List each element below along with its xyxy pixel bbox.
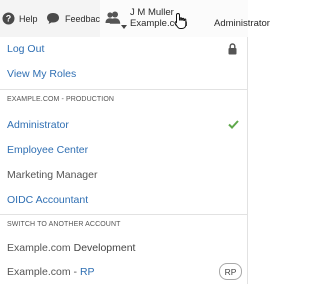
logout-label: Log Out (7, 43, 45, 55)
view-roles-label: View My Roles (7, 68, 77, 80)
user-role: Administrator (214, 18, 270, 29)
switch-account-section-header: SWITCH TO ANOTHER ACCOUNT (7, 221, 121, 228)
lock-icon (228, 43, 237, 55)
role-label: Marketing Manager (7, 169, 98, 181)
user-dropdown-menu: Log Out View My Roles EXAMPLE.COM - PROD… (0, 37, 248, 284)
account-name: Example.com - (7, 266, 80, 278)
menu-divider (0, 89, 247, 90)
user-name: J M Muller (130, 7, 174, 18)
role-item-employee-center[interactable]: Employee Center (0, 140, 247, 160)
help-icon: ? (2, 12, 15, 25)
role-item-marketing-manager[interactable]: Marketing Manager (0, 165, 247, 185)
chevron-down-icon (121, 16, 127, 29)
menu-divider (0, 214, 247, 215)
hand-pointer-cursor-icon (174, 12, 188, 30)
account-item-development[interactable]: Example.com Development (0, 238, 247, 258)
account-badge-rp: RP (219, 263, 242, 280)
account-name: Example.com (7, 242, 71, 254)
role-item-oidc-accountant[interactable]: OIDC Accountant (0, 190, 247, 210)
role-label: OIDC Accountant (7, 194, 89, 206)
account-suffix: Development (73, 242, 136, 254)
view-my-roles-menu-item[interactable]: View My Roles (0, 64, 247, 84)
checkmark-icon (228, 118, 239, 132)
role-label: Employee Center (7, 144, 89, 156)
production-section-header: EXAMPLE.COM - PRODUCTION (7, 96, 115, 103)
role-item-administrator[interactable]: Administrator (0, 115, 247, 135)
help-label: Help (19, 13, 38, 24)
top-navigation-bar: ? Help Feedback J M Muller Example.com A… (0, 0, 270, 37)
feedback-icon (46, 12, 60, 25)
account-suffix: RP (79, 266, 95, 278)
role-label: Administrator (7, 119, 69, 131)
help-button[interactable]: ? Help (2, 0, 38, 37)
account-item-rp[interactable]: Example.com - RP RP (0, 262, 247, 282)
svg-text:?: ? (6, 14, 12, 24)
user-menu-toggle[interactable]: J M Muller Example.com Administrator (100, 0, 270, 37)
feedback-button[interactable]: Feedback (46, 0, 105, 37)
feedback-label: Feedback (65, 13, 105, 24)
logout-menu-item[interactable]: Log Out (0, 39, 247, 59)
